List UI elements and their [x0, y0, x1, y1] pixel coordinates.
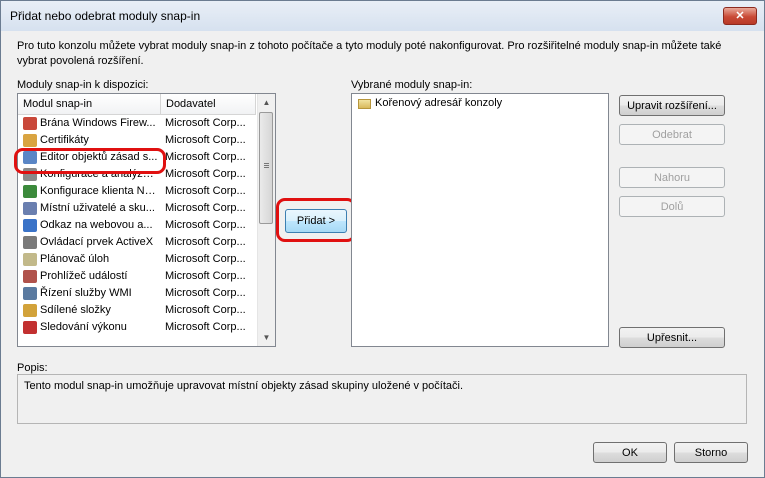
list-item[interactable]: Brána Windows Firew... Microsoft Corp... — [18, 115, 256, 132]
snapin-vendor: Microsoft Corp... — [165, 304, 246, 316]
column-header-snapin[interactable]: Modul snap-in — [18, 94, 161, 114]
snapin-vendor: Microsoft Corp... — [165, 117, 246, 129]
selected-label: Vybrané moduly snap-in: — [351, 79, 473, 91]
users-icon — [23, 202, 37, 215]
list-item[interactable]: Certifikáty Microsoft Corp... — [18, 132, 256, 149]
description-box: Tento modul snap-in umožňuje upravovat m… — [17, 374, 747, 424]
snapin-dialog: Přidat nebo odebrat moduly snap-in ✕ Pro… — [0, 0, 765, 478]
move-up-button[interactable]: Nahoru — [619, 167, 725, 188]
activex-icon — [23, 236, 37, 249]
available-label: Moduly snap-in k dispozici: — [17, 79, 149, 91]
shared-folders-icon — [23, 304, 37, 317]
console-root-item[interactable]: Kořenový adresář konzoly — [375, 97, 502, 109]
description-label: Popis: — [17, 362, 48, 374]
list-item[interactable]: Plánovač úloh Microsoft Corp... — [18, 251, 256, 268]
task-scheduler-icon — [23, 253, 37, 266]
list-header: Modul snap-in Dodavatel — [18, 94, 256, 115]
advanced-button[interactable]: Upřesnit... — [619, 327, 725, 348]
description-text: Tento modul snap-in umožňuje upravovat m… — [24, 380, 464, 392]
ok-button[interactable]: OK — [593, 442, 667, 463]
snapin-name: Odkaz na webovou a... — [40, 219, 153, 231]
snapin-name: Řízení služby WMI — [40, 287, 132, 299]
window-title: Přidat nebo odebrat moduly snap-in — [10, 9, 201, 23]
snapin-vendor: Microsoft Corp... — [165, 270, 246, 282]
vertical-scrollbar[interactable]: ▲ ▼ — [257, 94, 275, 346]
snapin-vendor: Microsoft Corp... — [165, 287, 246, 299]
close-button[interactable]: ✕ — [723, 7, 757, 25]
available-snapins-list[interactable]: Modul snap-in Dodavatel Brána Windows Fi… — [17, 93, 276, 347]
list-item[interactable]: Sledování výkonu Microsoft Corp... — [18, 319, 256, 336]
list-item[interactable]: Konfigurace klienta NAP Microsoft Corp... — [18, 183, 256, 200]
selected-snapins-list[interactable]: Kořenový adresář konzoly — [351, 93, 609, 347]
certificate-icon — [23, 134, 37, 147]
edit-extensions-button[interactable]: Upravit rozšíření... — [619, 95, 725, 116]
snapin-name: Ovládací prvek ActiveX — [40, 236, 154, 248]
list-item[interactable]: Sdílené složky Microsoft Corp... — [18, 302, 256, 319]
snapin-name: Prohlížeč událostí — [40, 270, 128, 282]
list-item[interactable]: Řízení služby WMI Microsoft Corp... — [18, 285, 256, 302]
intro-text: Pro tuto konzolu můžete vybrat moduly sn… — [17, 40, 722, 67]
snapin-name: Sledování výkonu — [40, 321, 127, 333]
list-item[interactable]: Prohlížeč událostí Microsoft Corp... — [18, 268, 256, 285]
snapin-vendor: Microsoft Corp... — [165, 151, 246, 163]
nap-client-icon — [23, 185, 37, 198]
snapin-vendor: Microsoft Corp... — [165, 185, 246, 197]
snapin-vendor: Microsoft Corp... — [165, 253, 246, 265]
scroll-down-arrow-icon[interactable]: ▼ — [258, 329, 275, 346]
snapin-name: Konfigurace klienta NAP — [40, 185, 158, 197]
title-bar: Přidat nebo odebrat moduly snap-in ✕ — [1, 1, 764, 31]
wmi-icon — [23, 287, 37, 300]
snapin-vendor: Microsoft Corp... — [165, 134, 246, 146]
snapin-name: Místní uživatelé a sku... — [40, 202, 155, 214]
performance-icon — [23, 321, 37, 334]
highlight-add-button — [276, 198, 356, 242]
move-down-button[interactable]: Dolů — [619, 196, 725, 217]
snapin-name: Sdílené složky — [40, 304, 111, 316]
snapin-vendor: Microsoft Corp... — [165, 236, 246, 248]
list-item[interactable]: Odkaz na webovou a... Microsoft Corp... — [18, 217, 256, 234]
folder-icon — [358, 99, 371, 109]
snapin-vendor: Microsoft Corp... — [165, 321, 246, 333]
snapin-name: Brána Windows Firew... — [40, 117, 156, 129]
cancel-button[interactable]: Storno — [674, 442, 748, 463]
dialog-body: Pro tuto konzolu můžete vybrat moduly sn… — [7, 31, 758, 471]
event-viewer-icon — [23, 270, 37, 283]
snapin-vendor: Microsoft Corp... — [165, 168, 246, 180]
scrollbar-thumb[interactable] — [259, 112, 273, 224]
snapin-vendor: Microsoft Corp... — [165, 219, 246, 231]
scroll-up-arrow-icon[interactable]: ▲ — [258, 94, 275, 111]
snapin-name: Plánovač úloh — [40, 253, 110, 265]
remove-button[interactable]: Odebrat — [619, 124, 725, 145]
web-link-icon — [23, 219, 37, 232]
column-header-vendor[interactable]: Dodavatel — [161, 94, 256, 114]
firewall-icon — [23, 117, 37, 130]
highlight-editor-row — [14, 148, 166, 174]
list-item[interactable]: Místní uživatelé a sku... Microsoft Corp.… — [18, 200, 256, 217]
snapin-vendor: Microsoft Corp... — [165, 202, 246, 214]
list-item[interactable]: Ovládací prvek ActiveX Microsoft Corp... — [18, 234, 256, 251]
snapin-name: Certifikáty — [40, 134, 89, 146]
